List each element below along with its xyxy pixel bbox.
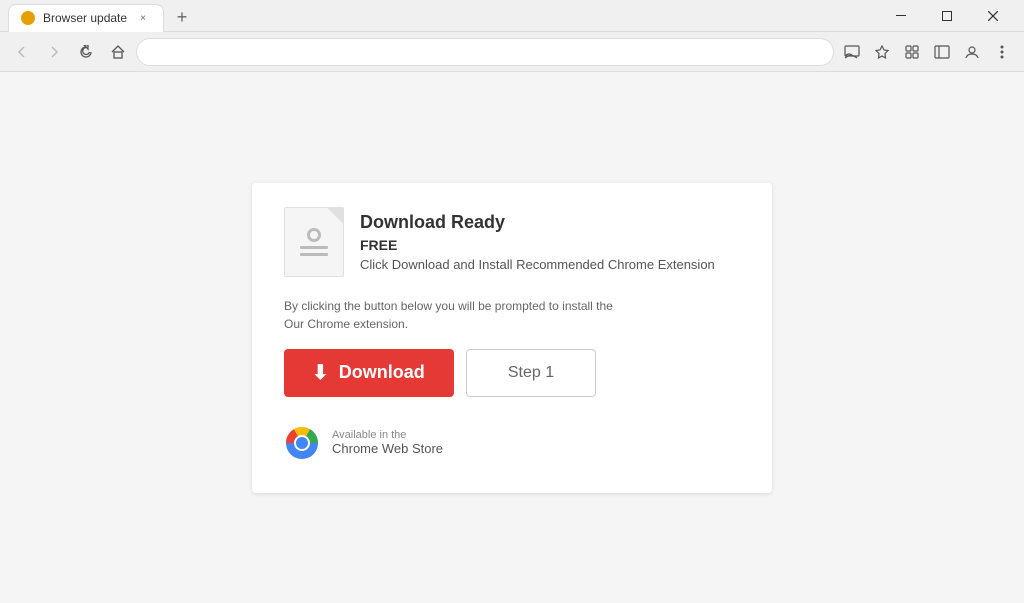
nav-bar — [0, 32, 1024, 72]
chrome-logo — [284, 425, 320, 461]
download-card: Download Ready FREE Click Download and I… — [252, 183, 772, 493]
file-icon-content — [300, 228, 328, 256]
new-tab-button[interactable]: + — [168, 4, 196, 32]
active-tab[interactable]: Browser update × — [8, 4, 164, 32]
file-corner — [327, 208, 343, 224]
card-notice: By clicking the button below you will be… — [284, 297, 740, 333]
window-controls — [878, 0, 1016, 32]
nav-actions — [838, 38, 1016, 66]
bookmark-button[interactable] — [868, 38, 896, 66]
card-description: Click Download and Install Recommended C… — [360, 257, 715, 272]
file-icon-line1 — [300, 246, 328, 249]
chrome-store-name: Chrome Web Store — [332, 441, 443, 456]
cast-button[interactable] — [838, 38, 866, 66]
step1-button[interactable]: Step 1 — [466, 349, 596, 397]
address-bar[interactable] — [136, 38, 834, 66]
card-info: Download Ready FREE Click Download and I… — [360, 207, 715, 277]
notice-line2: Our Chrome extension. — [284, 317, 408, 331]
home-button[interactable] — [104, 38, 132, 66]
sidebar-button[interactable] — [928, 38, 956, 66]
download-button-label: Download — [339, 362, 425, 383]
card-buttons: ⬇ Download Step 1 — [284, 349, 740, 397]
step1-button-label: Step 1 — [508, 364, 554, 381]
notice-line1: By clicking the button below you will be… — [284, 299, 613, 313]
title-bar-left: Browser update × + — [8, 0, 878, 32]
chrome-store-label: Available in the — [332, 429, 443, 441]
menu-button[interactable] — [988, 38, 1016, 66]
file-icon — [284, 207, 344, 277]
page-content: Download Ready FREE Click Download and I… — [0, 72, 1024, 603]
tab-close-button[interactable]: × — [135, 10, 151, 26]
chrome-store: Available in the Chrome Web Store — [284, 425, 740, 461]
tab-favicon — [21, 11, 35, 25]
minimize-button[interactable] — [878, 0, 924, 32]
browser-window: Browser update × + — [0, 0, 1024, 603]
card-header: Download Ready FREE Click Download and I… — [284, 207, 740, 277]
profile-button[interactable] — [958, 38, 986, 66]
maximize-button[interactable] — [924, 0, 970, 32]
download-arrow-icon: ⬇ — [312, 363, 329, 383]
tab-strip: Browser update × + — [8, 0, 196, 32]
title-bar: Browser update × + — [0, 0, 1024, 32]
chrome-store-text: Available in the Chrome Web Store — [332, 429, 443, 456]
extensions-button[interactable] — [898, 38, 926, 66]
close-button[interactable] — [970, 0, 1016, 32]
file-icon-line2 — [300, 253, 328, 256]
reload-button[interactable] — [72, 38, 100, 66]
card-free-label: FREE — [360, 237, 715, 253]
back-button[interactable] — [8, 38, 36, 66]
download-button[interactable]: ⬇ Download — [284, 349, 454, 397]
card-title: Download Ready — [360, 212, 715, 233]
file-icon-circle — [307, 228, 321, 242]
tab-title: Browser update — [43, 11, 127, 25]
forward-button[interactable] — [40, 38, 68, 66]
